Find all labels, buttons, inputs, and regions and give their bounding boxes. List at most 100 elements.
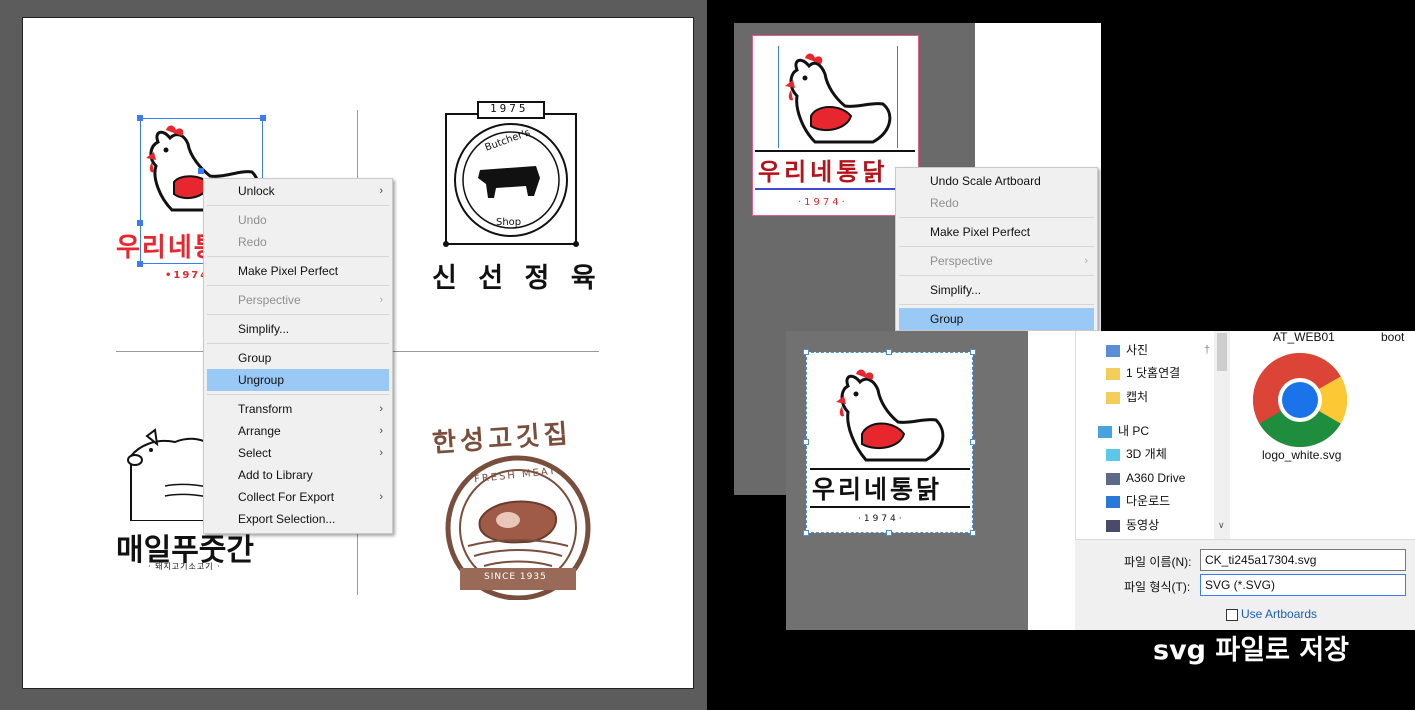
folder-icon: [1106, 391, 1120, 404]
menu-item-label: Undo: [238, 213, 267, 227]
chevron-right-icon: ›: [379, 425, 383, 437]
context-menu-left-item-redo: Redo: [204, 231, 392, 253]
pc-icon: [1098, 425, 1112, 438]
use-artboards-label[interactable]: Use Artboards: [1241, 607, 1317, 621]
context-menu-left-item-unlock[interactable]: Unlock ›: [204, 180, 392, 202]
context-menu-left-item-select[interactable]: Select ›: [204, 442, 392, 464]
context-menu-left-item-group[interactable]: Group: [204, 347, 392, 369]
pin-icon[interactable]: †: [1204, 339, 1210, 361]
context-menu-right-item-redo: Redo: [896, 192, 1097, 214]
context-menu-right-item-undo-scale-artboard[interactable]: Undo Scale Artboard: [896, 170, 1097, 192]
context-menu-right-item-group[interactable]: Group: [899, 308, 1094, 330]
videos-icon: [1106, 519, 1120, 532]
filetype-select[interactable]: SVG (*.SVG): [1200, 574, 1406, 596]
menu-item-label: Add to Library: [238, 468, 313, 482]
chevron-right-icon: ›: [379, 294, 383, 306]
chevron-right-icon: ›: [379, 403, 383, 415]
menu-separator: [207, 394, 389, 395]
menu-item-label: Undo Scale Artboard: [930, 174, 1041, 188]
menu-separator: [899, 275, 1094, 276]
a360-drive-icon: [1106, 472, 1120, 485]
chevron-right-icon: ›: [379, 447, 383, 459]
chevron-down-icon[interactable]: ∨: [1218, 521, 1225, 531]
context-menu-left-item-perspective: Perspective ›: [204, 289, 392, 311]
menu-item-label: Export Selection...: [238, 512, 336, 526]
context-menu-left-item-ungroup[interactable]: Ungroup: [207, 369, 389, 391]
context-menu-left-item-collect-for-export[interactable]: Collect For Export ›: [204, 486, 392, 508]
butcher-year: 1975: [490, 102, 529, 115]
chicken-logo-bottom-text: 우리네통닭: [812, 475, 943, 504]
butcher-title: 신 선 정 육: [432, 263, 602, 294]
nav-item-item-2[interactable]: 캡처: [1106, 386, 1148, 408]
menu-item-label: Collect For Export: [238, 490, 335, 504]
menu-item-label: Arrange: [238, 424, 281, 438]
context-menu-right-item-simplify[interactable]: Simplify...: [896, 279, 1097, 301]
menu-item-label: Redo: [238, 235, 267, 249]
chrome-icon[interactable]: [1252, 352, 1348, 448]
menu-separator: [207, 285, 389, 286]
dialog-navigation-pane: 사진 † 1 닷홈연결캡처내 PC 3D 개체 A360 Drive 다운로드동영상: [1075, 331, 1230, 539]
file-tile-at-web01[interactable]: AT_WEB01: [1273, 330, 1335, 344]
context-menu-left-item-arrange[interactable]: Arrange ›: [204, 420, 392, 442]
context-menu-left-item-make-pixel-perfect[interactable]: Make Pixel Perfect: [204, 260, 392, 282]
nav-item-label: A360 Drive: [1126, 471, 1186, 485]
context-menu-left-item-transform[interactable]: Transform ›: [204, 398, 392, 420]
nav-item-item-7[interactable]: 동영상: [1106, 514, 1159, 536]
menu-item-label: Make Pixel Perfect: [930, 225, 1031, 239]
chicken-logo-bottom-year: ·1974·: [858, 514, 905, 524]
menu-item-label: Simplify...: [238, 322, 290, 336]
menu-item-label: Group: [930, 312, 964, 326]
nav-item-item-6[interactable]: 다운로드: [1106, 490, 1170, 512]
context-menu-left: Unlock › Undo Redo Make Pixel Perfect Perspec…: [203, 178, 393, 534]
filename-input[interactable]: CK_ti245a17304.svg: [1200, 549, 1406, 571]
download-icon: [1106, 495, 1120, 508]
chevron-right-icon: ›: [379, 185, 383, 197]
nav-item-label: 캡처: [1126, 390, 1149, 404]
nav-item-label: 다운로드: [1126, 494, 1171, 508]
menu-item-label: Ungroup: [238, 373, 285, 387]
menu-item-label: Perspective: [238, 293, 301, 307]
menu-separator: [207, 343, 389, 344]
menu-item-label: Unlock: [238, 184, 275, 198]
menu-item-label: Transform: [238, 402, 293, 416]
nav-item-a360-drive[interactable]: A360 Drive: [1106, 467, 1185, 489]
pig-logo-subtitle: · 돼지고기소고기 ·: [148, 562, 221, 571]
chevron-right-icon: ›: [379, 491, 383, 503]
file-tile-boot[interactable]: boot: [1381, 330, 1415, 344]
context-menu-left-item-add-to-library[interactable]: Add to Library: [204, 464, 392, 486]
nav-pane-scrollbar[interactable]: ∨: [1214, 331, 1230, 539]
menu-separator: [899, 304, 1094, 305]
nav-item-label: 1 닷홈연결: [1126, 366, 1181, 380]
caption-text: svg 파일로 저장: [1153, 635, 1349, 666]
nav-item-label: 3D 개체: [1126, 447, 1167, 461]
nav-item-label: 동영상: [1126, 518, 1160, 532]
nav-item-label: 내 PC: [1118, 424, 1150, 438]
filetype-label: 파일 형식(T):: [1124, 580, 1191, 594]
nav-item-item-0[interactable]: 사진 †: [1106, 339, 1210, 361]
context-menu-left-item-undo: Undo: [204, 209, 392, 231]
context-menu-right: Undo Scale Artboard Redo Make Pixel Perfec…: [895, 167, 1098, 331]
folder-icon: [1106, 367, 1120, 380]
filename-label: 파일 이름(N):: [1124, 555, 1192, 569]
nav-item-pc[interactable]: 내 PC: [1098, 420, 1149, 442]
pictures-icon: [1106, 344, 1120, 357]
nav-item-1[interactable]: 1 닷홈연결: [1106, 362, 1180, 384]
context-menu-left-item-simplify[interactable]: Simplify...: [204, 318, 392, 340]
context-menu-right-item-perspective: Perspective ›: [896, 250, 1097, 272]
chicken-logo-top-year: ·1974·: [798, 197, 848, 208]
menu-item-label: Group: [238, 351, 272, 365]
menu-separator: [899, 246, 1094, 247]
use-artboards-checkbox[interactable]: [1226, 609, 1238, 621]
menu-item-label: Make Pixel Perfect: [238, 264, 339, 278]
chevron-right-icon: ›: [1084, 255, 1088, 267]
context-menu-right-item-make-pixel-perfect[interactable]: Make Pixel Perfect: [896, 221, 1097, 243]
meat-logo-ribbon: SINCE 1935: [484, 572, 547, 582]
file-tile-logo-white[interactable]: logo_white.svg: [1262, 448, 1341, 462]
menu-item-label: Simplify...: [930, 283, 982, 297]
menu-separator: [899, 217, 1094, 218]
chicken-logo-top-text: 우리네통닭: [758, 158, 889, 186]
nav-item-3d[interactable]: 3D 개체: [1106, 443, 1167, 465]
chicken-logo-top-graphic: [785, 53, 892, 144]
menu-separator: [207, 256, 389, 257]
context-menu-left-item-export-selection[interactable]: Export Selection...: [204, 508, 392, 530]
